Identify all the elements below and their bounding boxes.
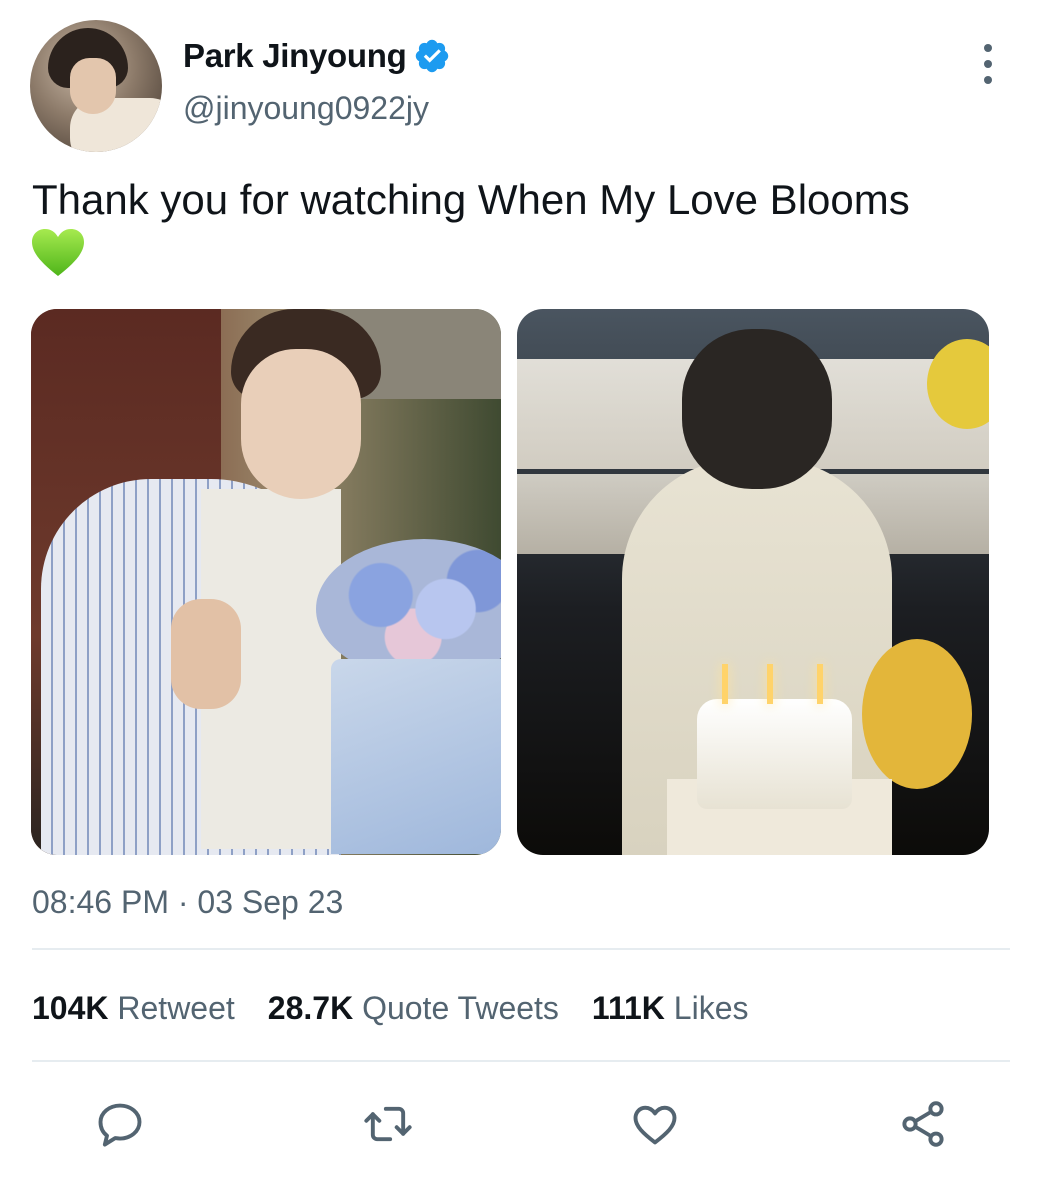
likes-label: Likes xyxy=(673,990,749,1026)
likes-count: 111K xyxy=(591,990,665,1026)
tweet-photo-2[interactable] xyxy=(517,309,989,855)
like-icon xyxy=(633,1105,677,1145)
more-options-icon[interactable] xyxy=(975,44,1001,84)
retweet-count: 104K xyxy=(32,990,109,1026)
reply-icon xyxy=(98,1103,142,1147)
share-icon xyxy=(902,1101,944,1147)
share-button[interactable] xyxy=(897,1098,949,1150)
green-heart-emoji-icon xyxy=(32,229,84,276)
retweet-button[interactable] xyxy=(362,1098,414,1150)
retweet-stat[interactable]: 104K Retweet xyxy=(32,990,235,1027)
tweet-stats: 104K Retweet 28.7K Quote Tweets 111K Lik… xyxy=(32,990,781,1027)
tweet-text: Thank you for watching When My Love Bloo… xyxy=(32,176,910,223)
tweet-photo-1[interactable] xyxy=(31,309,501,855)
tweet-timestamp[interactable]: 08:46 PM · 03 Sep 23 xyxy=(32,884,343,921)
display-name[interactable]: Park Jinyoung xyxy=(183,37,407,75)
quote-tweets-count: 28.7K xyxy=(267,990,354,1026)
like-button[interactable] xyxy=(629,1098,681,1150)
avatar[interactable] xyxy=(30,20,162,152)
divider xyxy=(32,948,1010,950)
tweet-header: Park Jinyoung @jinyoung0922jy xyxy=(183,36,451,127)
retweet-label: Retweet xyxy=(117,990,235,1026)
verified-badge-icon xyxy=(415,39,448,73)
reply-button[interactable] xyxy=(94,1098,146,1150)
quote-tweets-stat[interactable]: 28.7K Quote Tweets xyxy=(268,990,559,1027)
likes-stat[interactable]: 111K Likes xyxy=(592,990,749,1027)
divider xyxy=(32,1060,1010,1062)
user-handle[interactable]: @jinyoung0922jy xyxy=(183,90,451,127)
quote-tweets-label: Quote Tweets xyxy=(362,990,559,1026)
retweet-icon xyxy=(364,1106,412,1142)
